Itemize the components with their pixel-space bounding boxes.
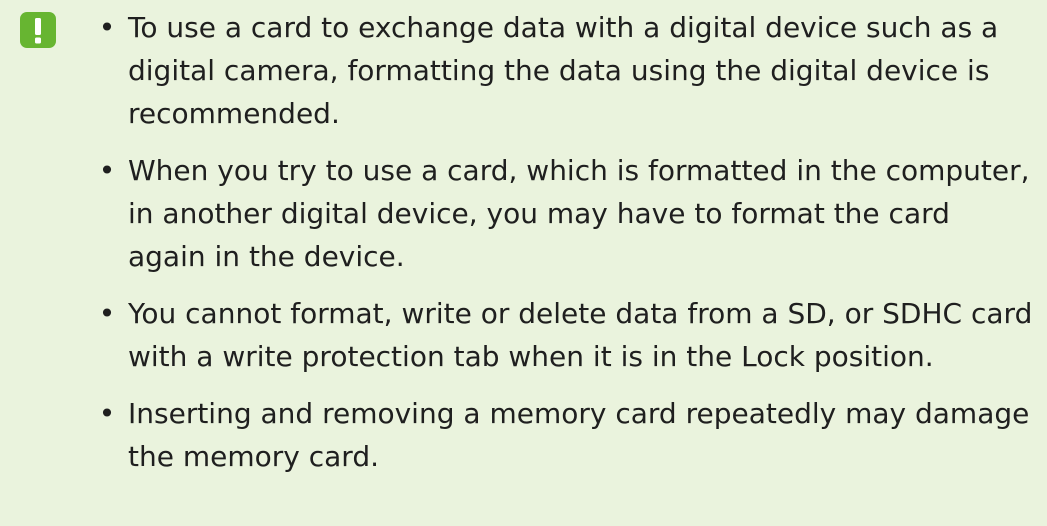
bullet: • — [98, 297, 116, 330]
bullet: • — [98, 397, 116, 430]
item-text: When you try to use a card, which is for… — [128, 154, 1030, 273]
list-item: • You cannot format, write or delete dat… — [98, 292, 1033, 378]
list-item: • When you try to use a card, which is f… — [98, 149, 1033, 278]
bullet: • — [98, 11, 116, 44]
exclamation-icon — [20, 12, 56, 48]
bullet: • — [98, 154, 116, 187]
item-text: Inserting and removing a memory card rep… — [128, 397, 1030, 473]
list-item: • To use a card to exchange data with a … — [98, 6, 1033, 135]
caution-note: • To use a card to exchange data with a … — [0, 0, 1047, 526]
caution-list: • To use a card to exchange data with a … — [98, 6, 1033, 492]
item-text: To use a card to exchange data with a di… — [128, 11, 999, 130]
item-text: You cannot format, write or delete data … — [128, 297, 1033, 373]
list-item: • Inserting and removing a memory card r… — [98, 392, 1033, 478]
